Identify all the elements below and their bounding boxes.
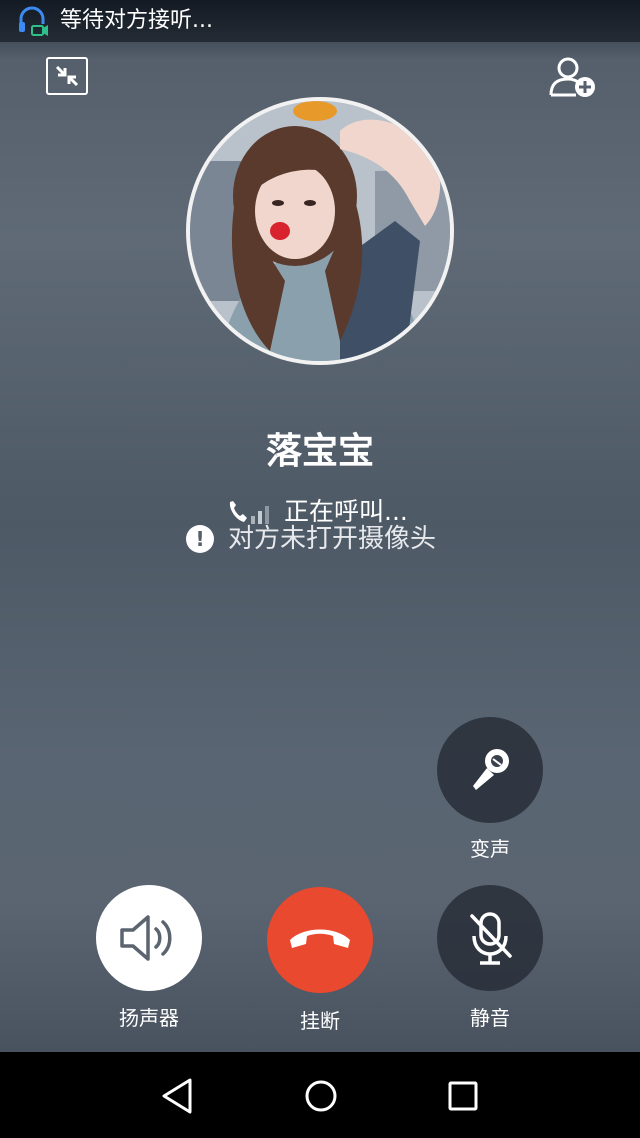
minimize-button[interactable] [46, 57, 88, 95]
add-person-icon[interactable] [548, 55, 596, 99]
hangup-button[interactable] [267, 887, 373, 993]
camera-off-notice: 对方未打开摄像头 [228, 524, 437, 554]
mute-label: 静音 [470, 1006, 510, 1030]
speaker-icon [120, 915, 172, 961]
mute-button[interactable] [437, 885, 543, 991]
nav-back-triangle-icon[interactable] [154, 1072, 202, 1120]
warning-icon: ! [186, 525, 214, 553]
nav-home-circle-icon[interactable] [297, 1072, 345, 1120]
contact-name: 落宝宝 [265, 431, 374, 472]
phone-hangup-icon [290, 929, 350, 948]
hangup-label: 挂断 [300, 1009, 340, 1033]
status-waiting-text: 等待对方接听... [60, 8, 213, 33]
contact-avatar [186, 97, 454, 365]
mic-muted-icon [470, 912, 512, 965]
voice-changer-button[interactable] [437, 717, 543, 823]
voice-changer-label: 变声 [470, 837, 510, 861]
nav-recents-square-icon[interactable] [439, 1072, 487, 1120]
headset-video-icon [19, 6, 48, 36]
avatar-photo [190, 101, 450, 361]
avatar-portrait-image [190, 101, 450, 361]
speaker-label: 扬声器 [119, 1006, 179, 1030]
speaker-button[interactable] [96, 885, 202, 991]
camera-notice-row: ! 对方未打开摄像头 [186, 522, 436, 556]
voice-changer-mic-icon [473, 749, 509, 790]
minimize-window-icon [55, 65, 79, 87]
navigation-bar [0, 1052, 640, 1138]
status-bar: 等待对方接听... [0, 0, 640, 42]
